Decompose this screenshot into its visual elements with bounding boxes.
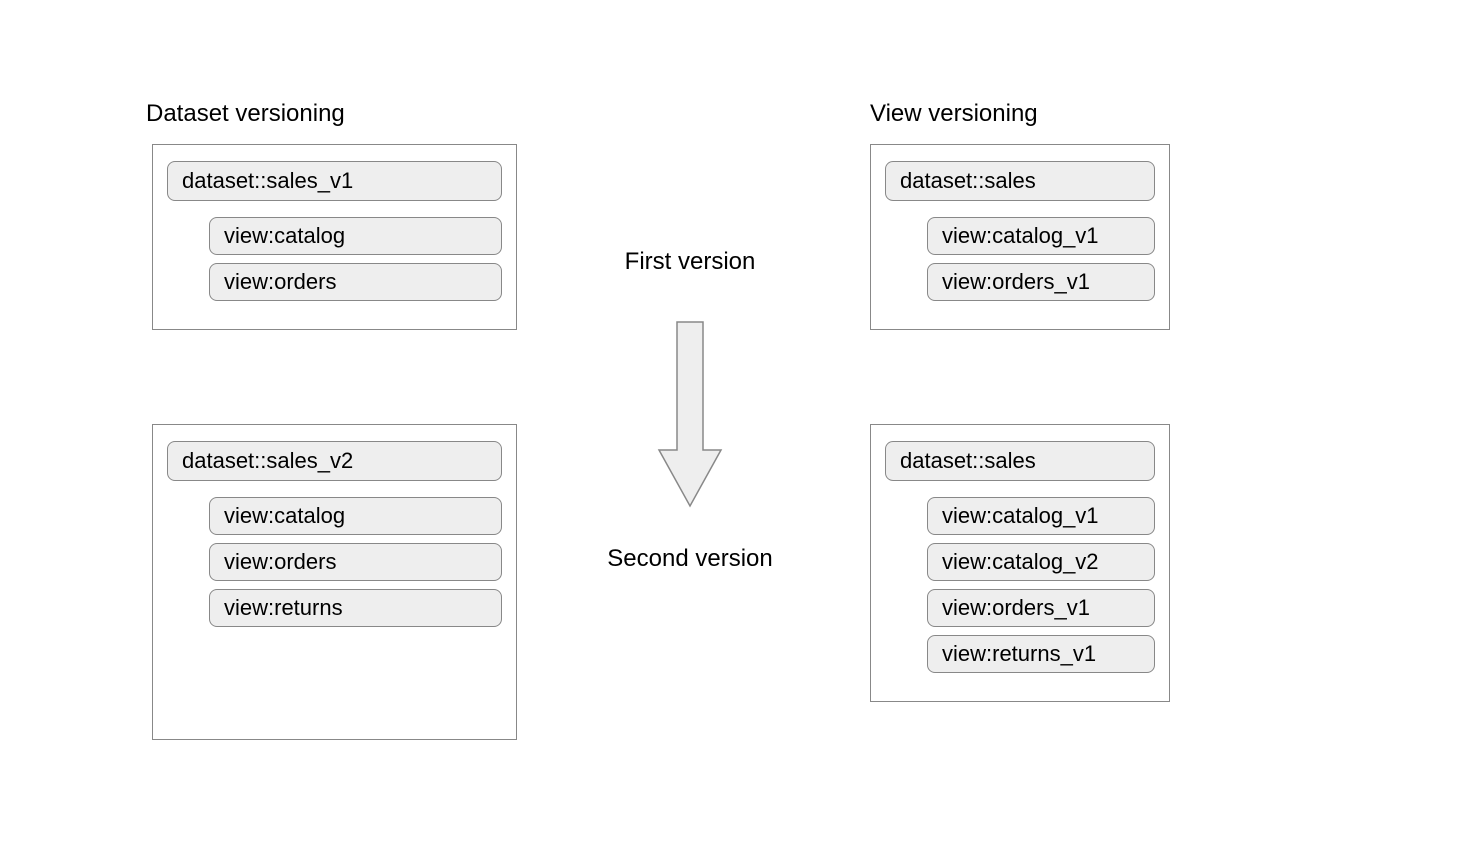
view-item: view:catalog_v1 xyxy=(927,217,1155,255)
views-container: view:catalog view:orders view:returns xyxy=(209,497,502,627)
view-item: view:catalog_v1 xyxy=(927,497,1155,535)
right-box-2: dataset::sales view:catalog_v1 view:cata… xyxy=(870,424,1170,702)
dataset-label: dataset::sales_v1 xyxy=(167,161,502,201)
views-container: view:catalog_v1 view:orders_v1 xyxy=(927,217,1155,301)
view-item: view:catalog xyxy=(209,497,502,535)
view-item: view:orders_v1 xyxy=(927,263,1155,301)
left-title: Dataset versioning xyxy=(146,100,345,128)
view-item: view:returns xyxy=(209,589,502,627)
left-box-2: dataset::sales_v2 view:catalog view:orde… xyxy=(152,424,517,740)
views-container: view:catalog_v1 view:catalog_v2 view:ord… xyxy=(927,497,1155,673)
left-box-1: dataset::sales_v1 view:catalog view:orde… xyxy=(152,144,517,330)
view-item: view:returns_v1 xyxy=(927,635,1155,673)
dataset-label: dataset::sales xyxy=(885,441,1155,481)
view-item: view:orders xyxy=(209,263,502,301)
right-title: View versioning xyxy=(870,100,1038,128)
dataset-label: dataset::sales xyxy=(885,161,1155,201)
view-item: view:catalog_v2 xyxy=(927,543,1155,581)
down-arrow-icon xyxy=(655,320,725,510)
view-item: view:catalog xyxy=(209,217,502,255)
second-version-label: Second version xyxy=(570,545,810,573)
view-item: view:orders xyxy=(209,543,502,581)
views-container: view:catalog view:orders xyxy=(209,217,502,301)
view-item: view:orders_v1 xyxy=(927,589,1155,627)
right-box-1: dataset::sales view:catalog_v1 view:orde… xyxy=(870,144,1170,330)
dataset-label: dataset::sales_v2 xyxy=(167,441,502,481)
first-version-label: First version xyxy=(590,248,790,276)
